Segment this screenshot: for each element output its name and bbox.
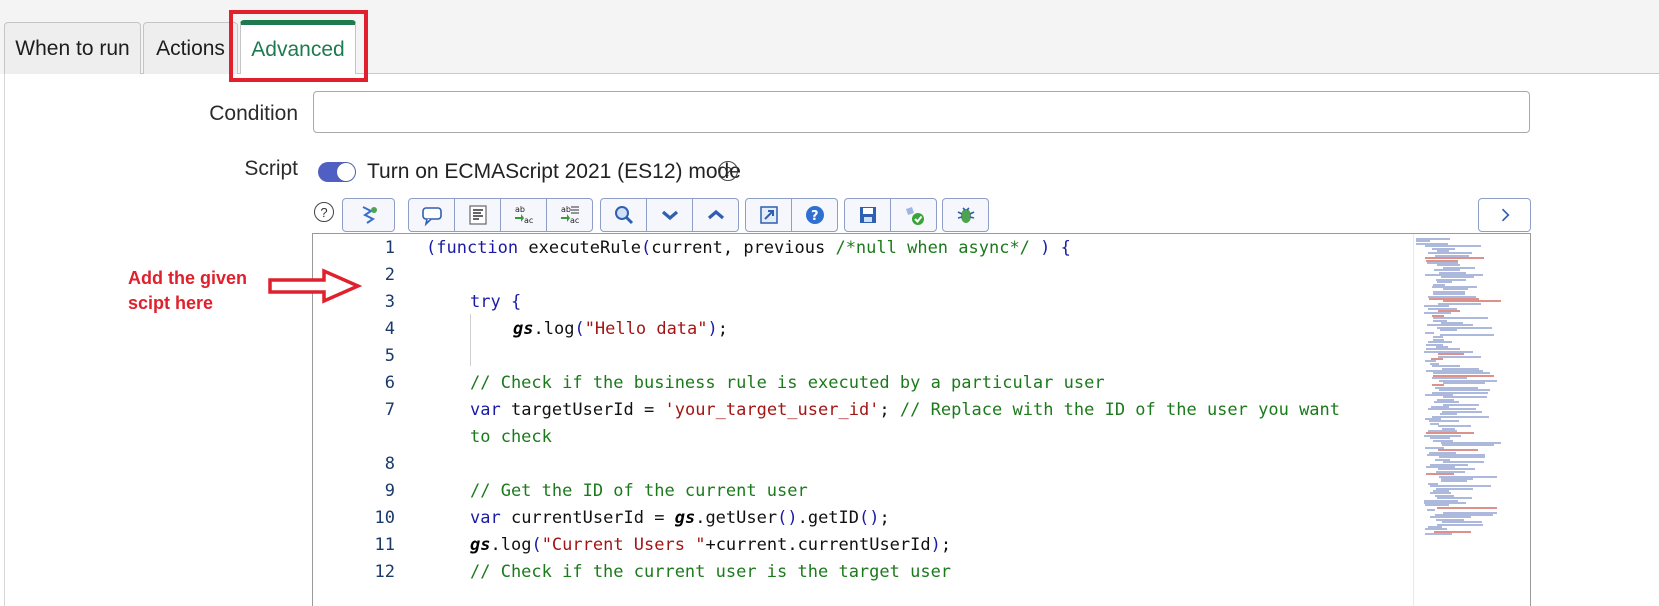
minimap-line [1440,334,1494,336]
replace-all-icon: ab ac [560,205,579,225]
minimap-line [1443,382,1485,384]
toolbar-group-save [844,198,937,232]
search-icon [614,206,633,225]
chevron-up-icon [707,209,724,220]
es-help-icon[interactable]: ? [718,161,738,181]
syntax-check-icon [905,207,924,225]
minimap-line [1437,523,1483,526]
minimap-line [1442,444,1494,447]
minimap-line [1427,509,1435,512]
line-number: 10 [374,508,395,528]
code-tokens-line-1: (function executeRule(current, previous … [426,238,1071,258]
minimap-line [1437,506,1497,509]
annotation-text: Add the given scipt here [128,266,247,316]
svg-text:ab: ab [561,205,571,214]
field-help-icon[interactable]: ? [314,202,334,222]
svg-text:ab: ab [515,205,525,214]
line-number: 1 [384,238,395,258]
code-tokens-line-3: try { [470,292,522,312]
script-tree-icon [362,206,377,224]
code-tokens-line-7: var targetUserId = 'your_target_user_id'… [470,400,1341,420]
code-line: gs.log("Hello data"); [513,319,728,339]
line-number: 5 [384,346,395,366]
highlight-box [229,10,368,82]
minimap-line [1425,533,1452,536]
code-tokens-line-4: gs.log("Hello data"); [513,319,729,339]
toolbar-group-debug [942,198,989,232]
script-label: Script [244,157,298,180]
minimap-line [1440,329,1457,332]
svg-text:ac: ac [570,216,579,225]
annotation-line: Add the given [128,268,248,288]
help-icon: ? [805,206,824,224]
chevron-down-icon [661,210,678,221]
code-line: // Get the ID of the current user [470,481,808,501]
code-line: try { [470,292,521,312]
comment-button[interactable] [409,199,455,231]
debug-icon [957,207,974,223]
format-button[interactable] [455,199,501,231]
annotation-line: scipt here [128,293,214,313]
code-line: gs.log("Current Users "+current.currentU… [470,535,951,555]
minimap-line [1441,480,1467,483]
code-line: var targetUserId = 'your_target_user_id'… [470,400,1340,420]
debug-button[interactable] [943,199,988,231]
line-number: 12 [374,562,395,582]
fullscreen-icon [759,206,778,224]
es-mode-label: Turn on ECMAScript 2021 (ES12) mode [367,160,741,183]
replace-button[interactable]: ab ac [501,199,547,231]
comment-icon [421,207,442,227]
code-tokens-line-11: gs.log("Current Users "+current.currentU… [470,535,952,555]
condition-label: Condition [209,102,298,125]
tab-actions[interactable]: Actions [143,22,238,74]
minimap-line [1438,355,1481,358]
minimap-line [1425,331,1434,334]
code-line: // Check if the business rule is execute… [470,373,1105,393]
line-number: 9 [384,481,395,501]
code-minimap[interactable] [1413,234,1509,606]
replace-all-button[interactable]: ab ac [547,199,592,231]
save-button[interactable] [845,199,891,231]
code-line: var currentUserId = gs.getUser().getID()… [470,508,890,528]
indent-guide [470,314,471,366]
code-line: // Check if the current user is the targ… [470,562,952,582]
toolbar-group-view: ? [745,198,838,232]
toolbar-group-search [600,198,739,232]
code-line: (function executeRule(current, previous … [426,238,1071,258]
line-number: 8 [384,454,395,474]
line-number: 4 [384,319,395,339]
svg-text:?: ? [811,209,819,224]
expand-button[interactable] [1478,198,1531,232]
find-next-button[interactable] [647,199,693,231]
chevron-right-icon [1501,208,1510,222]
fullscreen-button[interactable] [746,199,792,231]
search-button[interactable] [601,199,647,231]
content-border [4,74,5,606]
script-editor[interactable]: 1 2 3 4 5 6 7 8 9 10 11 12 (function exe… [312,233,1531,606]
help-button[interactable]: ? [792,199,837,231]
line-number: 7 [384,400,395,420]
tab-when-to-run[interactable]: When to run [4,22,141,74]
svg-text:ac: ac [524,216,533,225]
line-number: 6 [384,373,395,393]
toggle-knob [337,163,355,181]
syntax-check-button[interactable] [891,199,936,231]
save-icon [859,207,876,223]
toolbar-group-tree [342,198,395,232]
replace-icon: ab ac [514,205,533,225]
line-number: 11 [374,535,395,555]
toolbar-group-format: ab ac ab ac [408,198,593,232]
script-tree-button[interactable] [343,199,394,231]
es-mode-toggle[interactable] [318,162,356,182]
annotation-arrow-icon [268,268,362,304]
find-previous-button[interactable] [693,199,738,231]
condition-input[interactable] [313,91,1530,133]
code-line: to check [470,427,552,447]
code-tokens-line-10: var currentUserId = gs.getUser().getID()… [470,508,890,528]
format-icon [468,205,487,225]
